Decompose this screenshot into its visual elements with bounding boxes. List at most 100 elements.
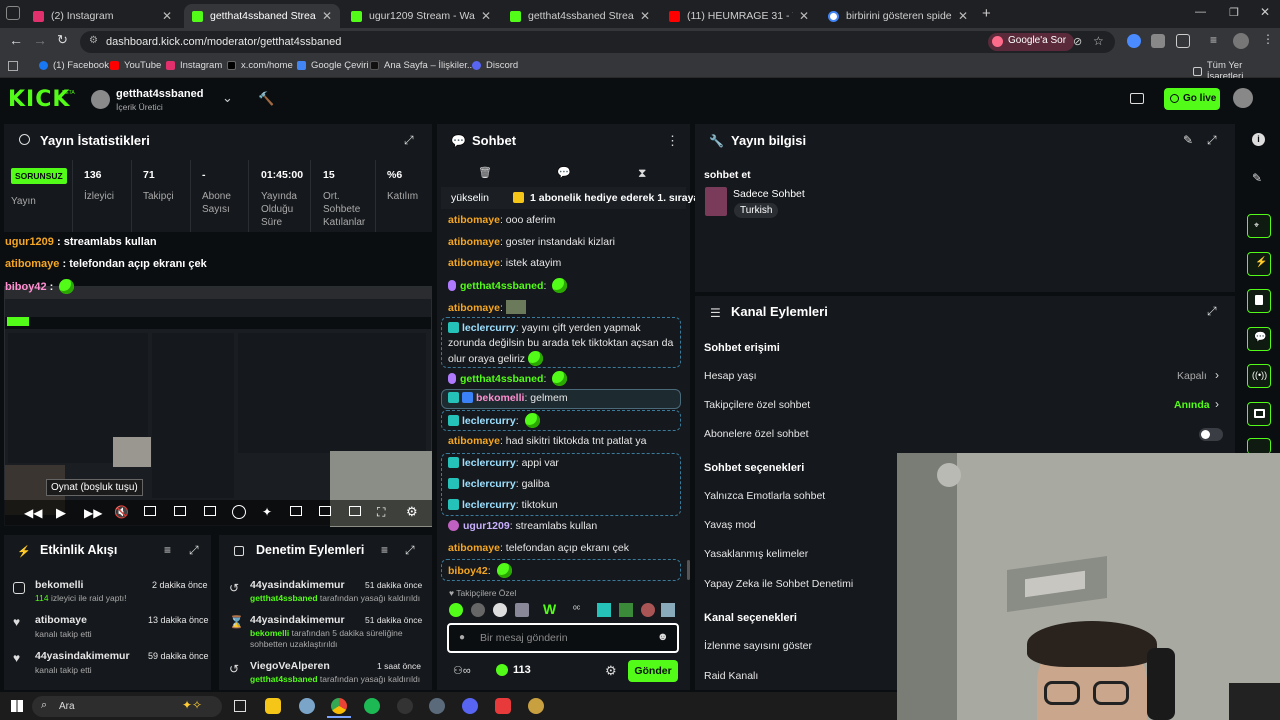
user-avatar[interactable]: [1233, 88, 1253, 108]
tab-search-icon[interactable]: [6, 6, 20, 20]
captions-icon[interactable]: [349, 506, 361, 516]
sync-icon[interactable]: [232, 505, 246, 519]
expand-icon[interactable]: ⤢: [1207, 133, 1217, 148]
clip-icon[interactable]: [174, 506, 186, 516]
sidebar-button[interactable]: [1247, 402, 1271, 426]
moderation-user[interactable]: ViegoVeAlperen: [250, 660, 330, 672]
close-tab-icon[interactable]: ✕: [958, 9, 968, 23]
pinned-user[interactable]: yükselin: [451, 192, 489, 204]
bookmark-item[interactable]: YouTube: [110, 60, 161, 71]
browser-tab[interactable]: getthat4ssbaned Stream - Watc✕: [502, 4, 658, 28]
expand-icon[interactable]: ⤢: [405, 543, 415, 558]
sidebar-button[interactable]: ⚡: [1247, 252, 1271, 276]
category-name[interactable]: Sadece Sohbet: [733, 188, 805, 200]
chevron-down-icon[interactable]: ⌄: [222, 90, 233, 106]
filter-icon[interactable]: ≡: [164, 543, 171, 557]
emote-icon[interactable]: [515, 603, 529, 617]
reading-list-icon[interactable]: ≡: [1210, 33, 1217, 47]
emote-icon[interactable]: [597, 603, 611, 617]
sidebar-button[interactable]: ⌖: [1247, 214, 1271, 238]
fullscreen-icon[interactable]: ⛶: [377, 505, 385, 520]
sidebar-button[interactable]: 💬: [1247, 327, 1271, 351]
omnibox[interactable]: ⚙ dashboard.kick.com/moderator/getthat4s…: [80, 31, 1115, 53]
close-window-icon[interactable]: ✕: [1260, 5, 1270, 19]
chat-icon[interactable]: 💬: [557, 166, 571, 179]
camera-icon[interactable]: [1130, 93, 1144, 104]
expand-icon[interactable]: ⤢: [189, 543, 199, 558]
rewind-icon[interactable]: ◀◀: [24, 506, 42, 520]
browser-tab[interactable]: ugur1209 Stream - Watch Live✕: [343, 4, 499, 28]
record-icon[interactable]: [144, 506, 156, 516]
channel-name[interactable]: getthat4ssbaned: [116, 88, 203, 100]
sidebar-button[interactable]: ((•)): [1247, 364, 1271, 388]
close-tab-icon[interactable]: ✕: [640, 9, 650, 23]
profile-avatar[interactable]: [1233, 33, 1249, 49]
emote-icon[interactable]: [449, 603, 463, 617]
browser-tab[interactable]: (2) Instagram ✕: [25, 4, 180, 28]
bookmark-item[interactable]: Google Çeviri: [297, 60, 369, 71]
expand-icon[interactable]: ⤢: [404, 133, 414, 148]
more-icon[interactable]: ⋮: [666, 133, 679, 149]
screenshot-icon[interactable]: [204, 506, 216, 516]
moderation-user[interactable]: 44yasindakimemur: [250, 579, 345, 591]
settings-icon[interactable]: ⚙: [605, 663, 617, 679]
users-icon[interactable]: ⚇∞: [453, 664, 471, 677]
chrome-icon[interactable]: [331, 698, 347, 714]
sidebar-button[interactable]: [1247, 289, 1271, 313]
pip-icon[interactable]: [290, 506, 302, 516]
hourglass-icon[interactable]: ⧗: [638, 166, 646, 181]
setting-label[interactable]: İzlenme sayısını göster: [704, 640, 812, 652]
bookmark-item[interactable]: Ana Sayfa – İlişkiler...: [370, 60, 475, 71]
chevron-right-icon[interactable]: ›: [1215, 397, 1219, 411]
chrome-menu-icon[interactable]: ⋮: [1262, 32, 1274, 46]
forward-icon[interactable]: →: [33, 32, 47, 48]
extensions-puzzle-icon[interactable]: [1176, 34, 1190, 48]
hammer-icon[interactable]: 🔨: [258, 91, 274, 107]
settings-icon[interactable]: ⚙: [406, 504, 418, 520]
app-icon[interactable]: [299, 698, 315, 714]
bookmark-item[interactable]: x.com/home: [227, 60, 293, 71]
moderation-user[interactable]: 44yasindakimemur: [250, 614, 345, 626]
reload-icon[interactable]: ↻: [57, 32, 68, 48]
trash-icon[interactable]: 🗑: [478, 166, 492, 179]
apps-grid-icon[interactable]: [8, 61, 18, 71]
browser-tab-active[interactable]: getthat4ssbaned Stream - Kick✕: [184, 4, 340, 28]
url-text[interactable]: dashboard.kick.com/moderator/getthat4ssb…: [106, 36, 341, 48]
new-tab-icon[interactable]: +: [982, 5, 991, 22]
file-explorer-icon[interactable]: [265, 698, 281, 714]
setting-label[interactable]: Yasaklanmış kelimeler: [704, 548, 808, 560]
discord-icon[interactable]: [462, 698, 478, 714]
subscriber-chat-toggle[interactable]: [1199, 428, 1223, 441]
bookmark-item[interactable]: Instagram: [166, 60, 222, 71]
windows-start-icon[interactable]: [11, 700, 23, 712]
emote-icon[interactable]: [641, 603, 655, 617]
close-tab-icon[interactable]: ✕: [322, 9, 332, 23]
emote-icon[interactable]: [493, 603, 507, 617]
obs-icon[interactable]: [397, 698, 413, 714]
app-icon[interactable]: [528, 698, 544, 714]
bookmark-item[interactable]: Discord: [472, 60, 518, 71]
filter-icon[interactable]: ≡: [381, 543, 388, 557]
restore-icon[interactable]: ❐: [1229, 6, 1239, 19]
close-tab-icon[interactable]: ✕: [481, 9, 491, 23]
play-icon[interactable]: ▶: [56, 505, 66, 521]
forward-icon[interactable]: ▶▶: [84, 506, 102, 520]
setting-value[interactable]: Anında: [1174, 399, 1210, 411]
emote-icon[interactable]: [661, 603, 675, 617]
mute-icon[interactable]: 🔇: [114, 505, 129, 519]
chevron-right-icon[interactable]: ›: [1215, 368, 1219, 382]
extension-icon[interactable]: ✦: [262, 505, 272, 519]
setting-label[interactable]: Yapay Zeka ile Sohbet Denetimi: [704, 578, 853, 590]
activity-user[interactable]: atibomaye: [35, 614, 87, 626]
app-icon[interactable]: [495, 698, 511, 714]
emote-icon[interactable]: [471, 603, 485, 617]
category-thumbnail[interactable]: [705, 187, 727, 216]
setting-label[interactable]: Raid Kanalı: [704, 670, 758, 682]
emote-icon[interactable]: ᵒᶜ: [573, 604, 580, 615]
edit-icon[interactable]: ✎: [1183, 133, 1193, 147]
setting-label[interactable]: Yavaş mod: [704, 519, 756, 531]
setting-value[interactable]: Kapalı: [1177, 370, 1207, 382]
bookmark-item[interactable]: (1) Facebook: [39, 60, 109, 71]
taskbar-search[interactable]: ⌕ Ara ✦✧: [32, 696, 222, 717]
expand-icon[interactable]: ⤢: [1207, 304, 1217, 319]
